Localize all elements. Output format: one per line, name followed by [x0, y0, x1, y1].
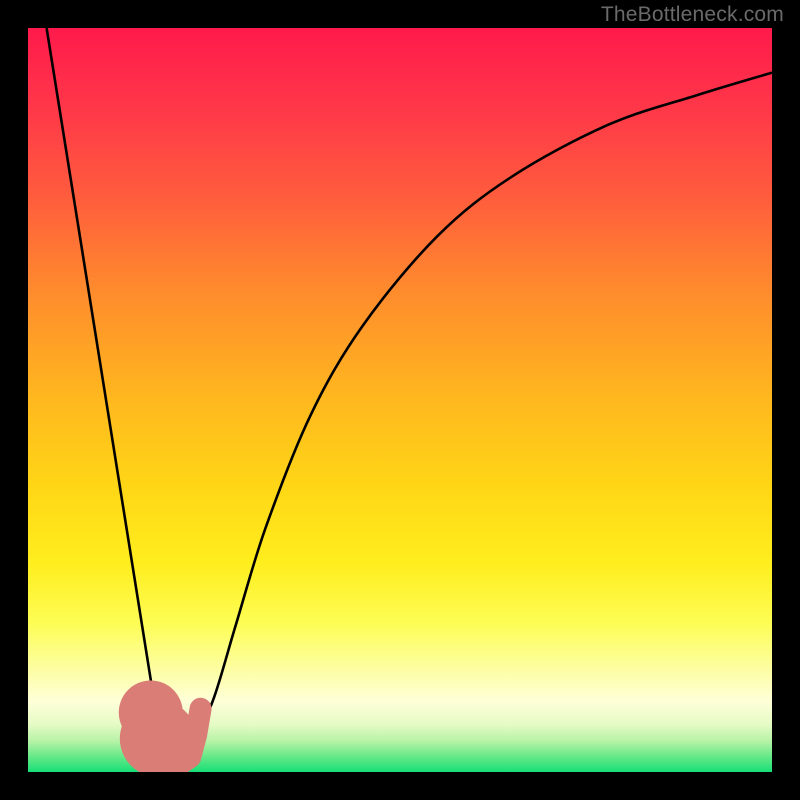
plot-area — [28, 28, 772, 772]
right-curve-line — [192, 73, 772, 750]
frame: TheBottleneck.com — [0, 0, 800, 800]
watermark-text: TheBottleneck.com — [601, 3, 784, 27]
dots-group — [119, 680, 197, 772]
chart-svg — [28, 28, 772, 772]
left-descent-line — [47, 28, 162, 750]
